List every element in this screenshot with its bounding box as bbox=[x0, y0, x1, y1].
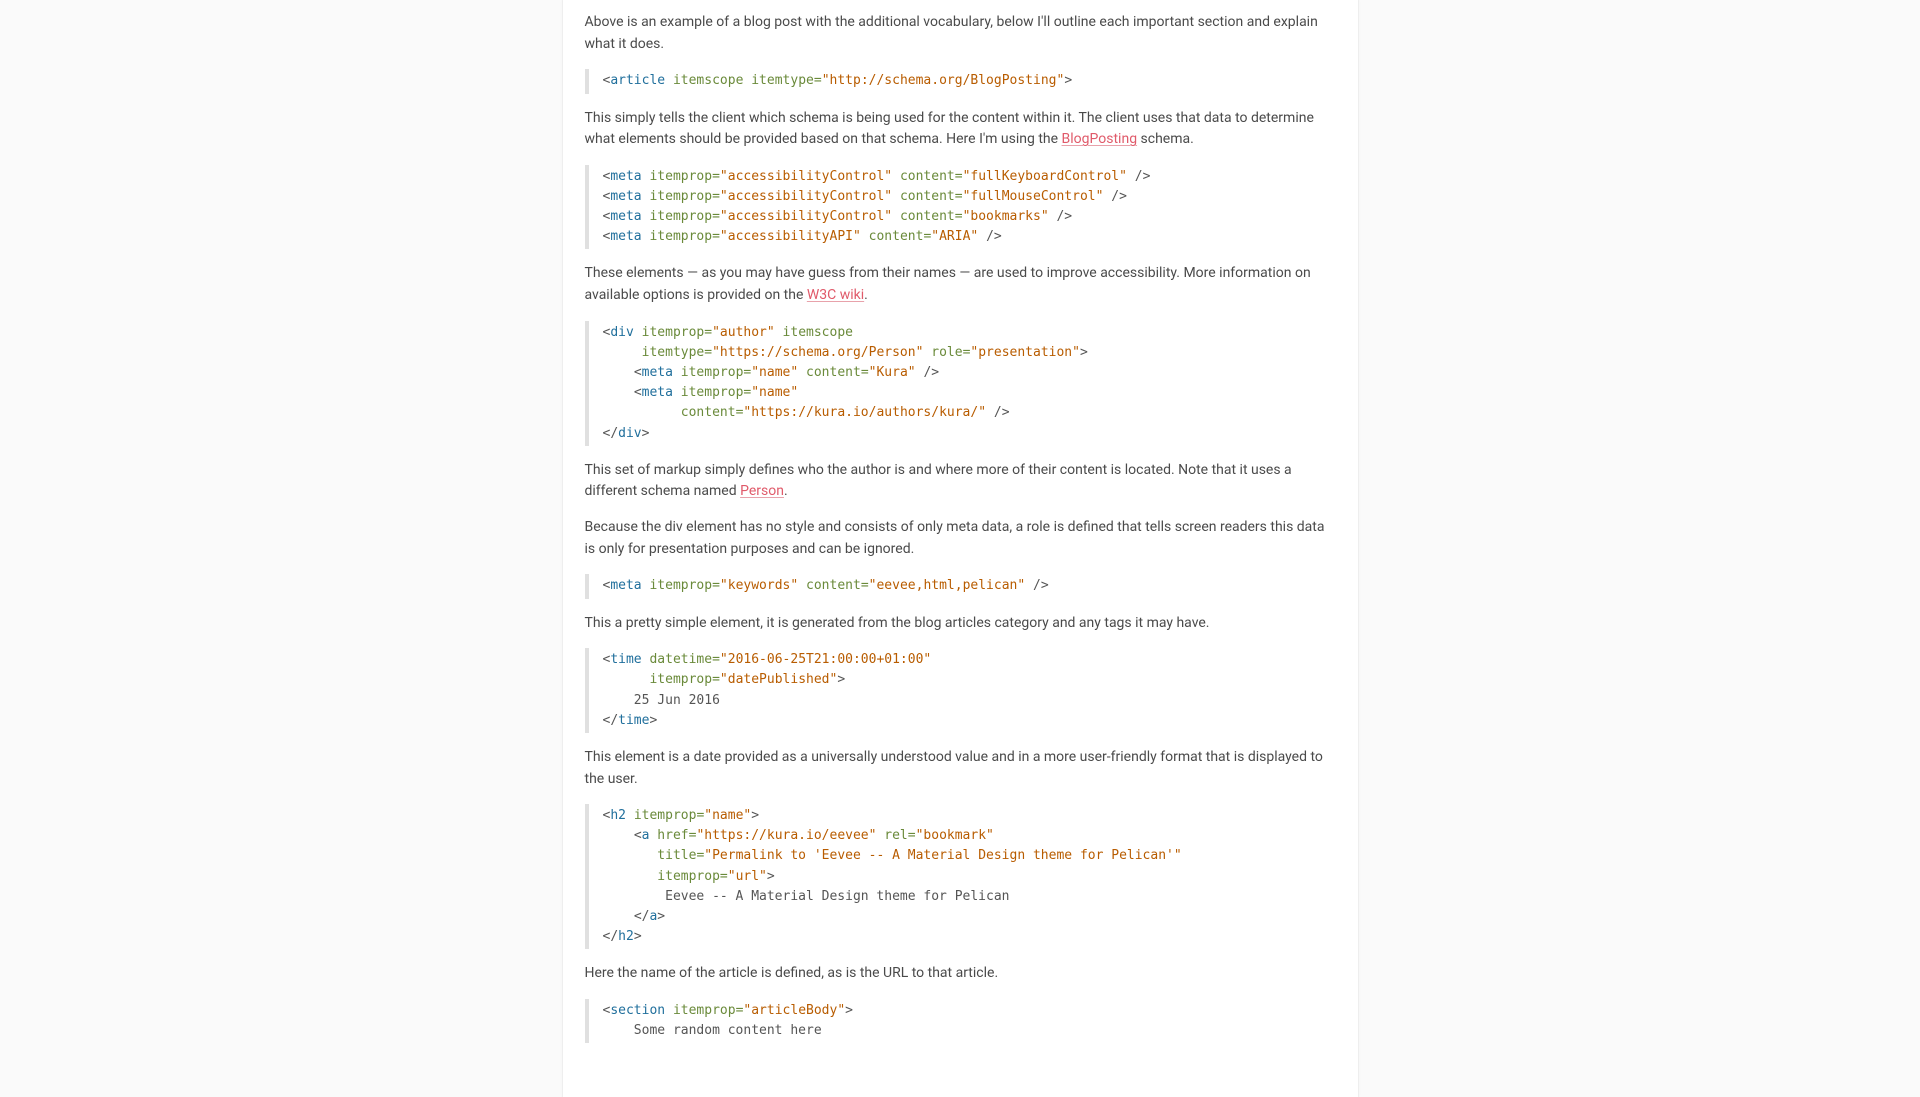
code-section-body: <section itemprop="articleBody"> Some ra… bbox=[585, 999, 1336, 1043]
paragraph-date: This element is a date provided as a uni… bbox=[585, 747, 1336, 790]
paragraph-accessibility: These elements — as you may have guess f… bbox=[585, 263, 1336, 306]
article-container: Above is an example of a blog post with … bbox=[563, 0, 1358, 1097]
text: . bbox=[864, 287, 868, 303]
text: . bbox=[784, 483, 788, 499]
text: schema. bbox=[1137, 131, 1194, 147]
intro-paragraph: Above is an example of a blog post with … bbox=[585, 12, 1336, 55]
link-person[interactable]: Person bbox=[740, 483, 784, 499]
paragraph-schema: This simply tells the client which schem… bbox=[585, 108, 1336, 151]
code-accessibility-meta: <meta itemprop="accessibilityControl" co… bbox=[585, 165, 1336, 250]
text: These elements — as you may have guess f… bbox=[585, 265, 1311, 303]
article-body: Above is an example of a blog post with … bbox=[585, 0, 1336, 1043]
text: This set of markup simply defines who th… bbox=[585, 462, 1292, 500]
code-h2-link: <h2 itemprop="name"> <a href="https://ku… bbox=[585, 804, 1336, 949]
link-blogposting[interactable]: BlogPosting bbox=[1062, 131, 1138, 147]
link-w3c-wiki[interactable]: W3C wiki bbox=[807, 287, 864, 303]
code-keywords-meta: <meta itemprop="keywords" content="eevee… bbox=[585, 574, 1336, 598]
text: This simply tells the client which schem… bbox=[585, 110, 1314, 148]
code-author-div: <div itemprop="author" itemscope itemtyp… bbox=[585, 321, 1336, 446]
paragraph-author-schema: This set of markup simply defines who th… bbox=[585, 460, 1336, 503]
paragraph-role-presentation: Because the div element has no style and… bbox=[585, 517, 1336, 560]
code-time-element: <time datetime="2016-06-25T21:00:00+01:0… bbox=[585, 648, 1336, 733]
code-article-open: <article itemscope itemtype="http://sche… bbox=[585, 69, 1336, 93]
paragraph-article-name: Here the name of the article is defined,… bbox=[585, 963, 1336, 985]
paragraph-keywords: This a pretty simple element, it is gene… bbox=[585, 613, 1336, 635]
